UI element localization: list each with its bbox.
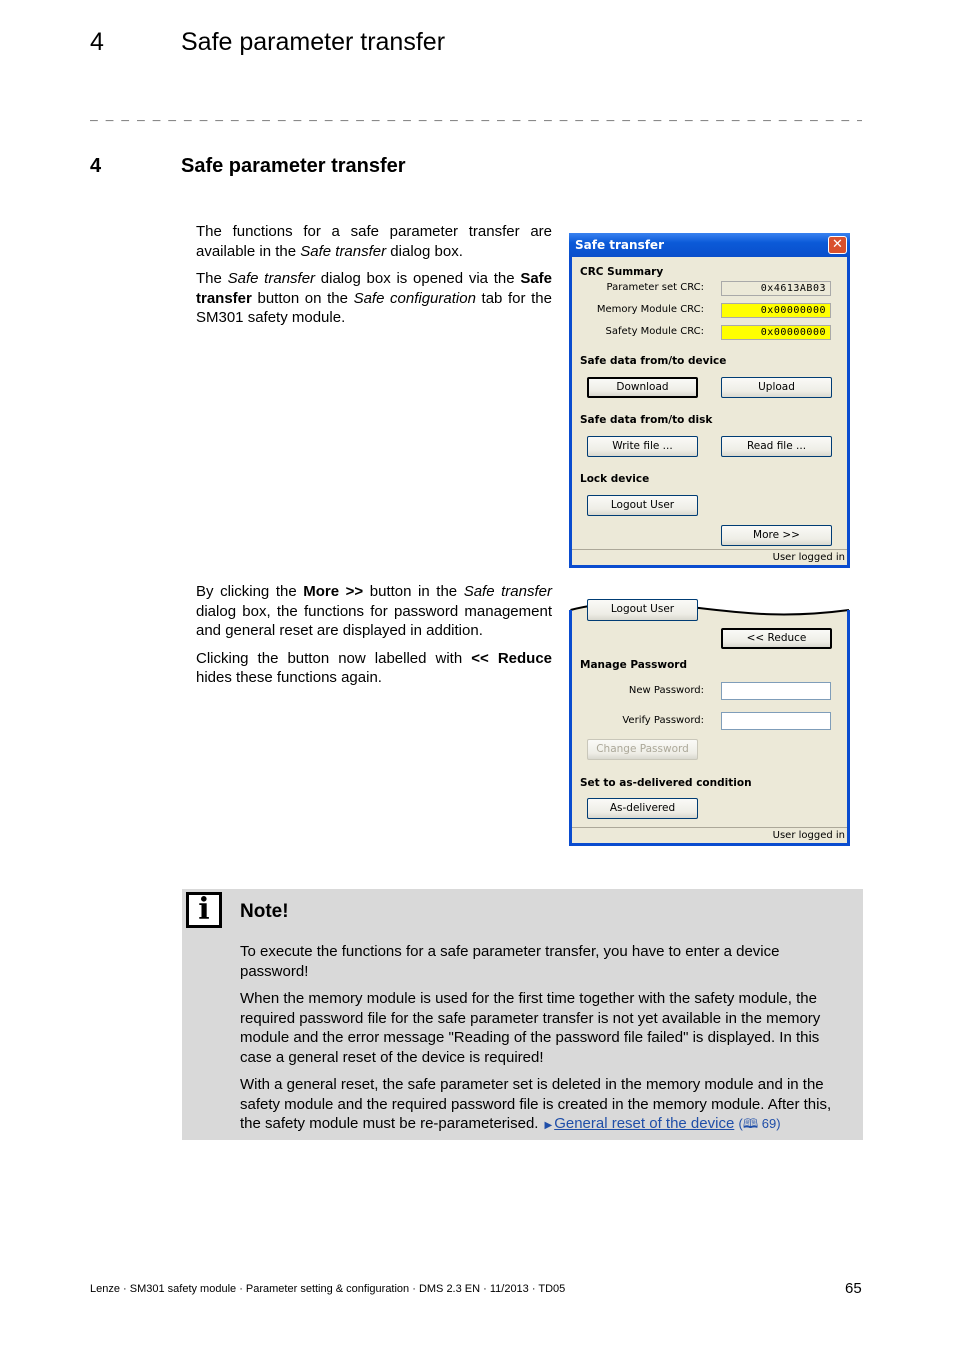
crc-summary-label: CRC Summary bbox=[580, 266, 664, 278]
link-arrow-icon: ▶ bbox=[544, 1120, 553, 1131]
verify-password-input[interactable] bbox=[721, 712, 831, 730]
logout-user-button[interactable]: Logout User bbox=[587, 599, 698, 621]
memory-module-crc-value: 0x00000000 bbox=[721, 303, 831, 318]
dialog-titlebar: Safe transfer ✕ bbox=[569, 233, 850, 257]
footer-text: Lenze · SM301 safety module · Parameter … bbox=[90, 1283, 566, 1295]
status-bar: User logged in bbox=[572, 549, 847, 565]
lock-device-label: Lock device bbox=[580, 473, 650, 485]
as-delivered-button[interactable]: As-delivered bbox=[587, 798, 698, 819]
device-group-label: Safe data from/to device bbox=[580, 355, 727, 367]
chapter-number: 4 bbox=[90, 28, 104, 56]
manage-password-label: Manage Password bbox=[580, 659, 687, 671]
more-text: By clicking the More >> button in the Sa… bbox=[196, 583, 552, 686]
note-paragraph: To execute the functions for a safe para… bbox=[240, 943, 780, 980]
intro-text: The functions for a safe parameter trans… bbox=[196, 223, 553, 326]
note-paragraph: When the memory module is used for the f… bbox=[240, 990, 821, 1066]
as-delivered-group-label: Set to as-delivered condition bbox=[580, 777, 752, 789]
section-number: 4 bbox=[90, 155, 102, 177]
general-reset-link[interactable]: General reset of the device bbox=[554, 1115, 734, 1132]
upload-button[interactable]: Upload bbox=[721, 377, 832, 398]
note-paragraph: With a general reset, the safe parameter… bbox=[240, 1076, 832, 1132]
section-title: Safe parameter transfer bbox=[181, 155, 406, 177]
safe-transfer-dialog-expanded: Logout User << Reduce Manage Password Ne… bbox=[569, 598, 850, 846]
verify-password-label: Verify Password: bbox=[622, 715, 704, 726]
disk-group-label: Safe data from/to disk bbox=[580, 414, 713, 426]
note-box: i Note! To execute the functions for a s… bbox=[182, 889, 863, 1140]
memory-module-crc-label: Memory Module CRC: bbox=[596, 304, 704, 315]
safe-transfer-dialog: Safe transfer ✕ CRC Summary Parameter se… bbox=[569, 233, 850, 568]
parameter-set-crc-label: Parameter set CRC: bbox=[606, 282, 704, 293]
more-button[interactable]: More >> bbox=[721, 525, 832, 546]
download-button[interactable]: Download bbox=[587, 377, 698, 398]
read-file-button[interactable]: Read file ... bbox=[721, 436, 832, 457]
close-icon[interactable]: ✕ bbox=[828, 236, 847, 254]
logout-user-button[interactable]: Logout User bbox=[587, 495, 698, 516]
book-icon: 🕮 bbox=[742, 1116, 759, 1131]
status-bar: User logged in bbox=[572, 827, 847, 843]
safety-module-crc-value: 0x00000000 bbox=[721, 325, 831, 340]
dialog-title: Safe transfer bbox=[575, 238, 664, 252]
new-password-label: New Password: bbox=[628, 685, 704, 696]
change-password-button[interactable]: Change Password bbox=[587, 739, 698, 760]
new-password-input[interactable] bbox=[721, 682, 831, 700]
reduce-button[interactable]: << Reduce bbox=[721, 628, 832, 649]
note-title: Note! bbox=[240, 901, 289, 922]
header-divider: _ _ _ _ _ _ _ _ _ _ _ _ _ _ _ _ _ _ _ _ … bbox=[90, 108, 862, 122]
page-number: 65 bbox=[845, 1280, 862, 1297]
note-body: To execute the functions for a safe para… bbox=[240, 942, 844, 1144]
write-file-button[interactable]: Write file ... bbox=[587, 436, 698, 457]
parameter-set-crc-value: 0x4613AB03 bbox=[721, 281, 831, 296]
info-icon: i bbox=[186, 892, 222, 928]
safety-module-crc-label: Safety Module CRC: bbox=[605, 326, 705, 337]
chapter-title: Safe parameter transfer bbox=[181, 28, 446, 56]
page-reference[interactable]: (🕮 69) bbox=[738, 1116, 780, 1131]
